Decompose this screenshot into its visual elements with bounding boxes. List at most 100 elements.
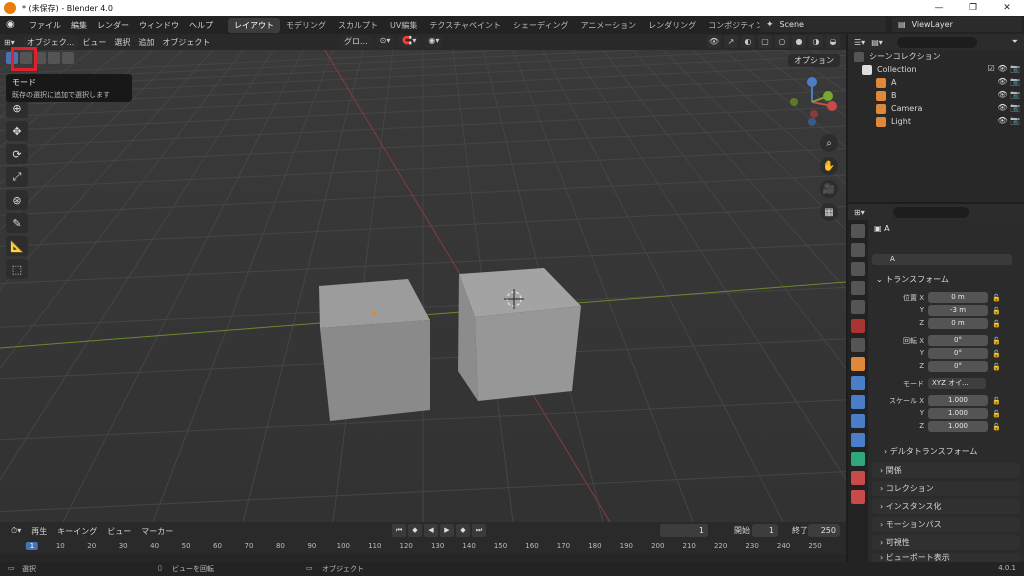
lock-icon[interactable]: 🔓 xyxy=(992,294,1001,302)
lock-icon[interactable]: 🔓 xyxy=(992,350,1001,358)
material-tab-icon[interactable] xyxy=(851,471,865,485)
instancing-section[interactable]: › インスタンス化 xyxy=(872,499,1020,514)
menu-timeline-view[interactable]: ビュー xyxy=(102,526,136,537)
lock-icon[interactable]: 🔓 xyxy=(992,423,1001,431)
collection-visibility-icons[interactable]: ☑ 👁 📷 xyxy=(988,64,1020,73)
pivot-point-icon[interactable]: ⊙▾ xyxy=(375,35,395,48)
rendered-shading-icon[interactable]: ◒ xyxy=(826,35,840,48)
tab-animation[interactable]: アニメーション xyxy=(574,18,642,33)
outliner-item-camera[interactable]: Camera 👁 📷 xyxy=(848,102,1024,115)
visibility-section[interactable]: › 可視性 xyxy=(872,535,1020,550)
location-y-field[interactable]: -3 m xyxy=(928,305,988,316)
transform-tool-icon[interactable]: ⊛ xyxy=(6,190,28,210)
play-icon[interactable]: ▶ xyxy=(440,524,454,537)
current-frame-field[interactable]: 1 xyxy=(660,524,708,537)
menu-edit[interactable]: 編集 xyxy=(66,20,92,31)
object-name-field[interactable]: A xyxy=(872,254,1012,265)
tab-layout[interactable]: レイアウト xyxy=(228,17,280,33)
annotate-tool-icon[interactable]: ✎ xyxy=(6,213,28,233)
play-reverse-icon[interactable]: ◀ xyxy=(424,524,438,537)
rotation-z-field[interactable]: 0° xyxy=(928,361,988,372)
lock-icon[interactable]: 🔓 xyxy=(992,397,1001,405)
timeline-editor-icon[interactable]: ⏱▾ xyxy=(6,526,26,536)
blender-logo-icon[interactable]: ◉ xyxy=(6,19,20,31)
world-tab-icon[interactable] xyxy=(851,319,865,333)
timeline-ruler[interactable]: 1 10 20 30 40 50 60 70 80 90 100 110 120 130 140 150 160… xyxy=(0,540,846,554)
location-x-field[interactable]: 0 m xyxy=(928,292,988,303)
snap-icon[interactable]: 🧲▾ xyxy=(398,35,421,48)
output-tab-icon[interactable] xyxy=(851,262,865,276)
zoom-icon[interactable]: ⌕ xyxy=(820,134,838,152)
lock-icon[interactable]: 🔓 xyxy=(992,410,1001,418)
proportional-edit-icon[interactable]: ◉▾ xyxy=(424,35,444,48)
outliner-item-a[interactable]: A 👁 📷 xyxy=(848,76,1024,89)
view-layer-tab-icon[interactable] xyxy=(851,281,865,295)
visibility-icons[interactable]: 👁 📷 xyxy=(997,77,1020,86)
menu-select[interactable]: 選択 xyxy=(110,37,134,48)
visibility-icons[interactable]: 👁 📷 xyxy=(997,103,1020,112)
motion-paths-section[interactable]: › モーションパス xyxy=(872,517,1020,532)
outliner-search-input[interactable] xyxy=(896,36,977,48)
visibility-icons[interactable]: 👁 📷 xyxy=(997,116,1020,125)
menu-playback[interactable]: 再生 xyxy=(26,526,52,537)
select-invert-icon[interactable] xyxy=(48,52,60,64)
menu-file[interactable]: ファイル xyxy=(24,20,66,31)
rotate-tool-icon[interactable]: ⟳ xyxy=(6,144,28,164)
texture-tab-icon[interactable] xyxy=(851,490,865,504)
select-intersect-icon[interactable] xyxy=(62,52,74,64)
menu-view[interactable]: ビュー xyxy=(78,37,110,48)
tab-texture-paint[interactable]: テクスチャペイント xyxy=(423,18,507,33)
lock-icon[interactable]: 🔓 xyxy=(992,337,1001,345)
navigation-axis-gizmo[interactable] xyxy=(784,74,840,130)
properties-search-input[interactable] xyxy=(892,206,969,218)
perspective-grid-icon[interactable]: ▦ xyxy=(820,203,838,221)
tab-sculpt[interactable]: スカルプト xyxy=(332,18,384,33)
collection-row[interactable]: Collection ☑ 👁 📷 xyxy=(848,63,1024,76)
rotation-y-field[interactable]: 0° xyxy=(928,348,988,359)
menu-window[interactable]: ウィンドウ xyxy=(134,20,184,31)
jump-start-icon[interactable]: ⏮ xyxy=(392,524,406,537)
scene-tab-icon[interactable] xyxy=(851,300,865,314)
object-tab-icon[interactable] xyxy=(851,357,865,371)
rotation-mode-dropdown[interactable]: XYZ オイ... xyxy=(928,378,986,389)
constraints-tab-icon[interactable] xyxy=(851,433,865,447)
view-layer-selector[interactable]: ▤ ViewLayer xyxy=(892,17,1022,32)
display-mode-icon[interactable]: ▤▾ xyxy=(871,38,883,47)
gizmo-icon[interactable]: ↗ xyxy=(724,35,738,48)
scale-y-field[interactable]: 1.000 xyxy=(928,408,988,419)
xray-icon[interactable]: ▢ xyxy=(758,35,772,48)
lock-icon[interactable]: 🔓 xyxy=(992,320,1001,328)
maximize-button[interactable]: ❐ xyxy=(956,0,990,16)
visibility-icons[interactable]: 👁 📷 xyxy=(997,90,1020,99)
prev-keyframe-icon[interactable]: ◆ xyxy=(408,524,422,537)
jump-end-icon[interactable]: ⏭ xyxy=(472,524,486,537)
location-z-field[interactable]: 0 m xyxy=(928,318,988,329)
camera-view-icon[interactable]: 🎥 xyxy=(820,180,838,198)
tab-shading[interactable]: シェーディング xyxy=(507,18,574,33)
scene-selector[interactable]: ✦ Scene xyxy=(760,17,886,32)
scale-x-field[interactable]: 1.000 xyxy=(928,395,988,406)
overlay-icon[interactable]: ◐ xyxy=(741,35,755,48)
filter-icon[interactable]: ⏷ xyxy=(1012,37,1018,47)
pan-hand-icon[interactable]: ✋ xyxy=(820,157,838,175)
modifier-tab-icon[interactable] xyxy=(851,376,865,390)
end-frame-field[interactable]: 250 xyxy=(808,524,840,537)
scale-tool-icon[interactable]: ⤢ xyxy=(6,167,28,187)
tab-rendering[interactable]: レンダリング xyxy=(642,18,702,33)
scale-z-field[interactable]: 1.000 xyxy=(928,421,988,432)
lock-icon[interactable]: 🔓 xyxy=(992,363,1001,371)
transform-orientation-dropdown[interactable]: グロ... xyxy=(340,35,372,48)
render-tab-icon[interactable] xyxy=(851,243,865,257)
measure-tool-icon[interactable]: 📐 xyxy=(6,236,28,256)
menu-object[interactable]: オブジェクト xyxy=(158,37,214,48)
data-tab-icon[interactable] xyxy=(851,452,865,466)
add-cube-tool-icon[interactable]: ⬚ xyxy=(6,259,28,279)
transform-section-header[interactable]: ⌄ トランスフォーム xyxy=(876,274,949,285)
start-frame-field[interactable]: 1 xyxy=(752,524,778,537)
collection-tab-icon[interactable] xyxy=(851,338,865,352)
delta-transform-section[interactable]: › デルタトランスフォーム xyxy=(884,446,977,457)
minimize-button[interactable]: — xyxy=(922,0,956,16)
particles-tab-icon[interactable] xyxy=(851,395,865,409)
menu-add[interactable]: 追加 xyxy=(134,37,158,48)
menu-render[interactable]: レンダー xyxy=(92,20,134,31)
